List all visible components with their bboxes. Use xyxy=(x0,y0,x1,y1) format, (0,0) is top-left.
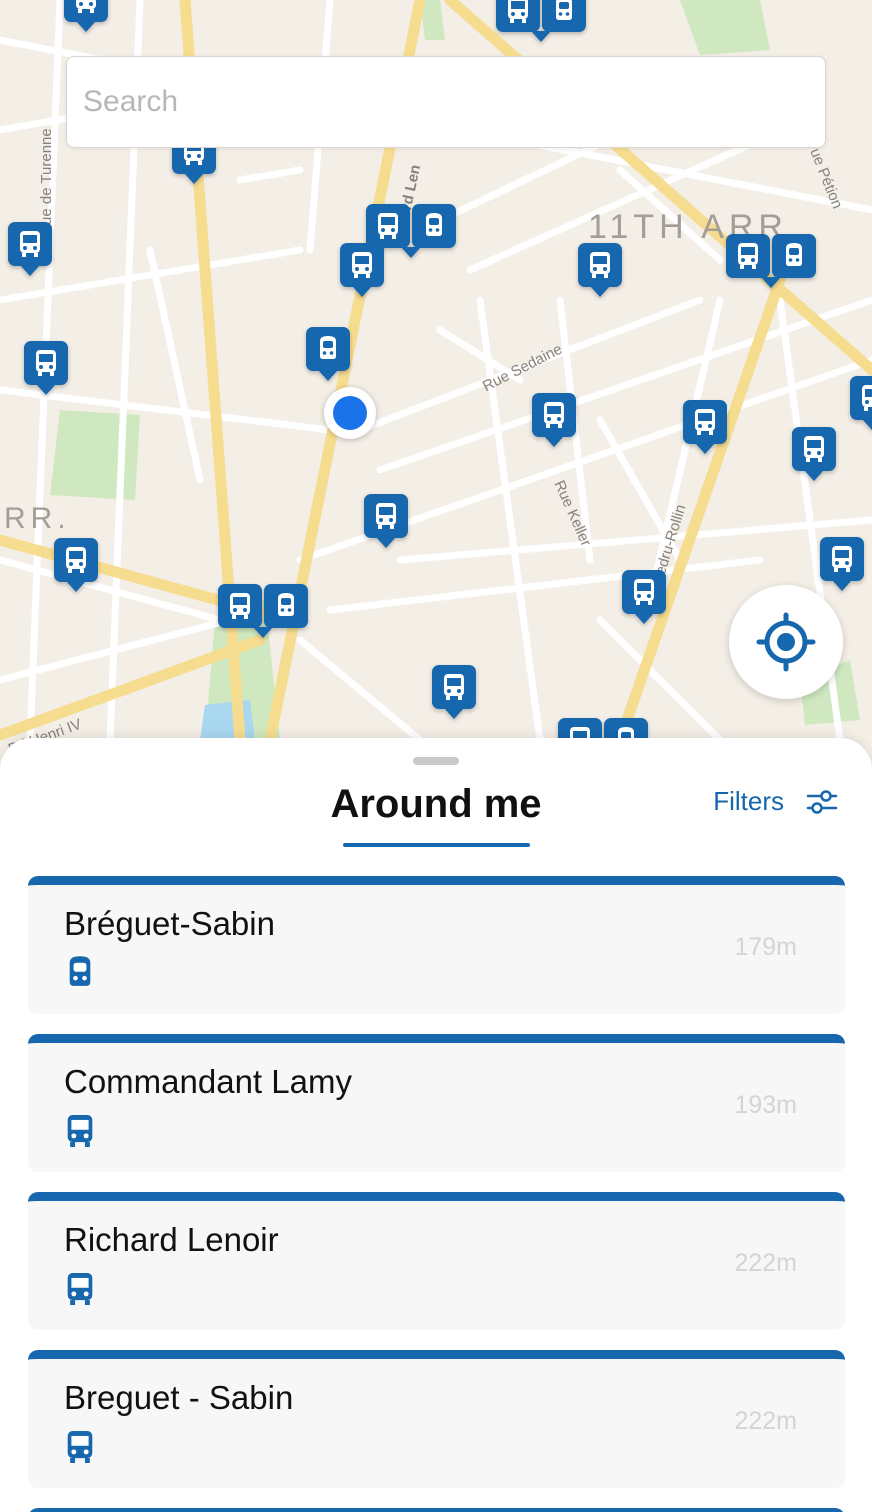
stop-distance: 193m xyxy=(734,1091,797,1119)
metro-icon xyxy=(542,0,586,32)
stop-pin[interactable] xyxy=(622,570,666,624)
stop-name: Commandant Lamy xyxy=(64,1063,352,1100)
stop-pin[interactable] xyxy=(218,584,308,638)
stop-pin[interactable] xyxy=(366,204,456,258)
metro-icon xyxy=(64,955,96,996)
stop-pin[interactable] xyxy=(726,234,816,288)
stop-pin[interactable] xyxy=(820,537,864,591)
search-bar[interactable] xyxy=(66,56,826,148)
stop-pin[interactable] xyxy=(306,327,350,381)
bus-icon xyxy=(622,570,666,614)
map-view[interactable]: Rue Sedaine Rue Keller Bd Henri IV ue de… xyxy=(0,0,872,780)
metro-icon xyxy=(306,327,350,371)
metro-icon xyxy=(264,584,308,628)
metro-icon xyxy=(772,234,816,278)
stop-name: Bréguet-Sabin xyxy=(64,905,275,942)
stop-pin[interactable] xyxy=(64,0,108,32)
stop-pin[interactable] xyxy=(532,393,576,447)
bus-icon xyxy=(218,584,262,628)
recenter-location-button[interactable] xyxy=(729,585,843,699)
stop-distance: 179m xyxy=(734,933,797,961)
metro-icon xyxy=(412,204,456,248)
bus-icon xyxy=(64,1113,96,1154)
bus-icon xyxy=(820,537,864,581)
stop-card[interactable]: Bréguet-Sabin 179m xyxy=(28,876,845,1014)
stop-pin[interactable] xyxy=(432,665,476,719)
bus-icon xyxy=(532,393,576,437)
stop-list: Bréguet-Sabin 179m Commandant Lamy 193m … xyxy=(28,876,845,1512)
bus-icon xyxy=(578,243,622,287)
filters-button[interactable]: Filters xyxy=(713,786,838,817)
stop-pin[interactable] xyxy=(24,341,68,395)
stop-name: Richard Lenoir xyxy=(64,1221,279,1258)
bus-icon xyxy=(54,538,98,582)
bus-icon xyxy=(496,0,540,32)
user-location-marker xyxy=(324,387,376,439)
stop-distance: 222m xyxy=(734,1249,797,1277)
nearby-sheet: Around me Filters Bréguet-Sabin 179m Com… xyxy=(0,738,872,1512)
sliders-icon xyxy=(806,789,838,814)
stop-pin[interactable] xyxy=(340,243,384,297)
bus-icon xyxy=(683,400,727,444)
filters-label: Filters xyxy=(713,786,784,816)
bus-icon xyxy=(726,234,770,278)
bus-icon xyxy=(24,341,68,385)
bus-icon xyxy=(64,1429,96,1470)
stop-card[interactable]: Commandant Lamy 193m xyxy=(28,1034,845,1172)
stop-card[interactable]: Richard Lenoir 222m xyxy=(28,1192,845,1330)
bus-icon xyxy=(366,204,410,248)
stop-pin[interactable] xyxy=(364,494,408,548)
district-label: RR. xyxy=(4,502,71,535)
stop-distance: 222m xyxy=(734,1407,797,1435)
stop-pin[interactable] xyxy=(850,376,872,430)
bus-icon xyxy=(340,243,384,287)
bus-icon xyxy=(432,665,476,709)
bus-icon xyxy=(8,222,52,266)
stop-pin[interactable] xyxy=(54,538,98,592)
bus-icon xyxy=(64,0,108,22)
street-label: ue de Turenne xyxy=(38,128,55,225)
stop-pin[interactable] xyxy=(792,427,836,481)
stop-pin[interactable] xyxy=(578,243,622,297)
sheet-drag-handle[interactable] xyxy=(413,757,459,765)
stop-card[interactable] xyxy=(28,1508,845,1512)
bus-icon xyxy=(850,376,872,420)
stop-card[interactable]: Breguet - Sabin 222m xyxy=(28,1350,845,1488)
bus-icon xyxy=(64,1271,96,1312)
crosshair-icon xyxy=(756,612,816,672)
search-input[interactable] xyxy=(67,57,825,147)
stop-pin[interactable] xyxy=(8,222,52,276)
bus-icon xyxy=(792,427,836,471)
title-underline xyxy=(343,843,530,847)
stop-pin[interactable] xyxy=(683,400,727,454)
bus-icon xyxy=(364,494,408,538)
stop-pin[interactable] xyxy=(496,0,586,42)
stop-name: Breguet - Sabin xyxy=(64,1379,294,1416)
